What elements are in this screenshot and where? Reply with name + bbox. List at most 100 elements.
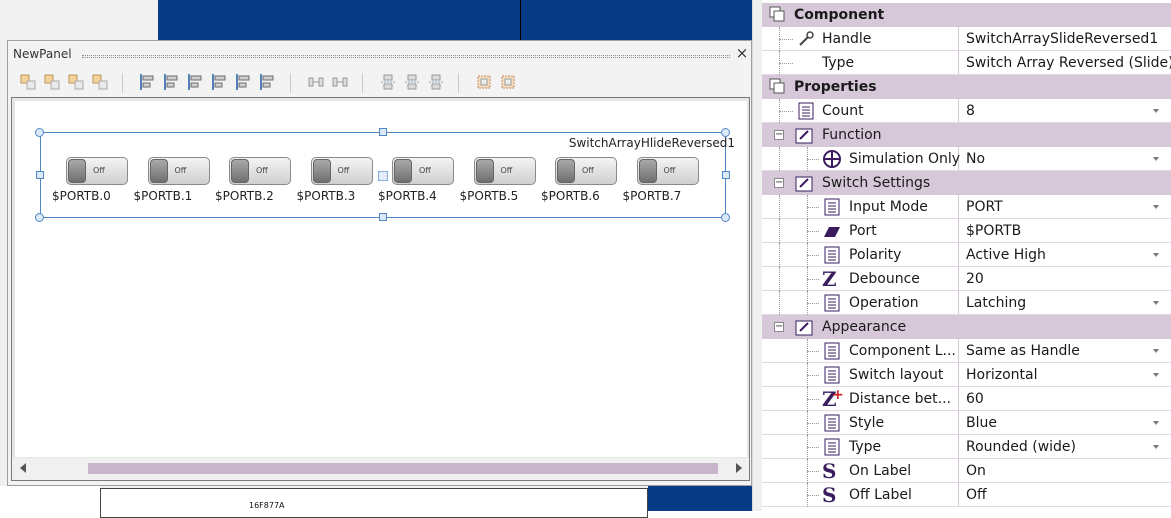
- prop-debounce[interactable]: Z Debounce 20: [762, 267, 1171, 291]
- scroll-left-icon[interactable]: [20, 463, 26, 473]
- align-group2-button[interactable]: [42, 71, 62, 93]
- resize-handle-l[interactable]: [36, 171, 44, 179]
- collapse-icon[interactable]: −: [774, 130, 784, 140]
- chevron-down-icon: [1153, 421, 1159, 425]
- align-right-button[interactable]: [186, 71, 206, 93]
- splitter[interactable]: [752, 0, 762, 511]
- space-v-button[interactable]: [402, 71, 422, 93]
- slide-switch[interactable]: Off: [147, 157, 210, 185]
- switch-type-value[interactable]: Rounded (wide): [966, 439, 1076, 455]
- operation-value[interactable]: Latching: [966, 295, 1026, 311]
- slide-switch[interactable]: Off: [66, 157, 128, 185]
- slide-switch[interactable]: Off: [636, 157, 699, 185]
- style-dropdown[interactable]: [1148, 414, 1164, 432]
- slide-switch[interactable]: Off: [473, 157, 536, 185]
- distance-value[interactable]: 60: [966, 391, 984, 407]
- switch-layout-dropdown[interactable]: [1148, 366, 1164, 384]
- scroll-right-icon[interactable]: [736, 463, 742, 473]
- prop-simulation-only[interactable]: Simulation Only No: [762, 147, 1171, 171]
- align-top-button[interactable]: [210, 71, 230, 93]
- prop-distance-between[interactable]: Z + Distance bet... 60: [762, 387, 1171, 411]
- prop-name: Debounce: [849, 271, 920, 287]
- distribute-v-button[interactable]: [330, 71, 350, 93]
- chevron-down-icon: [1153, 373, 1159, 377]
- align-left-button[interactable]: [138, 71, 158, 93]
- align-middle-button[interactable]: [234, 71, 254, 93]
- space-h-button[interactable]: [378, 71, 398, 93]
- distribute-h-button[interactable]: [306, 71, 326, 93]
- slide-switch[interactable]: Off: [555, 157, 617, 185]
- scroll-thumb[interactable]: [88, 463, 718, 474]
- group-label: Function: [822, 127, 882, 143]
- horizontal-scrollbar[interactable]: [12, 458, 749, 480]
- switch-layout-value[interactable]: Horizontal: [966, 367, 1037, 383]
- resize-handle-br[interactable]: [721, 213, 730, 222]
- input-mode-dropdown[interactable]: [1148, 198, 1164, 216]
- slide-switch[interactable]: Off: [310, 157, 373, 185]
- close-button[interactable]: ×: [734, 43, 750, 63]
- align-bottom-button[interactable]: [258, 71, 278, 93]
- chevron-down-icon: [1153, 445, 1159, 449]
- prop-input-mode[interactable]: Input Mode PORT: [762, 195, 1171, 219]
- polarity-value[interactable]: Active High: [966, 247, 1046, 263]
- prop-polarity[interactable]: Polarity Active High: [762, 243, 1171, 267]
- prop-name: Count: [822, 103, 864, 119]
- simulation-dropdown[interactable]: [1148, 150, 1164, 168]
- space-center-button[interactable]: [426, 71, 446, 93]
- prop-switch-type[interactable]: Type Rounded (wide): [762, 435, 1171, 459]
- polarity-dropdown[interactable]: [1148, 246, 1164, 264]
- prop-off-label[interactable]: S Off Label Off: [762, 483, 1171, 507]
- switch-item: Off $PORTB.1: [130, 157, 210, 207]
- count-dropdown[interactable]: [1148, 102, 1164, 120]
- prop-style[interactable]: Style Blue: [762, 411, 1171, 435]
- align-group3-button[interactable]: [66, 71, 86, 93]
- collapse-icon[interactable]: −: [774, 178, 784, 188]
- design-area[interactable]: SwitchArrayHlideReversed1 Off $PORTB.0 Off…: [15, 101, 747, 457]
- group-label: Appearance: [822, 319, 907, 335]
- count-value[interactable]: 8: [966, 103, 975, 119]
- align-group4-button[interactable]: [90, 71, 110, 93]
- component-label-value[interactable]: Same as Handle: [966, 343, 1080, 359]
- category-label: Component: [794, 7, 885, 23]
- collapse-icon[interactable]: −: [774, 322, 784, 332]
- input-mode-value[interactable]: PORT: [966, 199, 1003, 215]
- simulation-only-value[interactable]: No: [966, 151, 985, 167]
- title-grip[interactable]: [82, 55, 730, 58]
- group-button[interactable]: [474, 71, 494, 93]
- prop-type[interactable]: Type Switch Array Reversed (Slide): [762, 51, 1171, 75]
- resize-handle-r[interactable]: [722, 171, 730, 179]
- resize-handle-bl[interactable]: [35, 213, 44, 222]
- prop-on-label[interactable]: S On Label On: [762, 459, 1171, 483]
- on-label-value[interactable]: On: [966, 463, 986, 479]
- slide-switch[interactable]: Off: [392, 157, 454, 185]
- category-properties[interactable]: Properties: [762, 75, 1171, 99]
- handle-value[interactable]: SwitchArraySlideReversed1: [966, 31, 1158, 47]
- prop-component-label[interactable]: Component L... Same as Handle: [762, 339, 1171, 363]
- list-property-icon: [824, 414, 840, 432]
- prop-switch-layout[interactable]: Switch layout Horizontal: [762, 363, 1171, 387]
- group-function[interactable]: − Function: [762, 123, 1171, 147]
- prop-operation[interactable]: Operation Latching: [762, 291, 1171, 315]
- resize-handle-t[interactable]: [379, 128, 387, 136]
- resize-handle-tl[interactable]: [35, 128, 44, 137]
- category-component[interactable]: Component: [762, 3, 1171, 27]
- off-label-value[interactable]: Off: [966, 487, 987, 503]
- style-value[interactable]: Blue: [966, 415, 997, 431]
- chevron-down-icon: [1153, 253, 1159, 257]
- prop-count[interactable]: Count 8: [762, 99, 1171, 123]
- group-switch-settings[interactable]: − Switch Settings: [762, 171, 1171, 195]
- component-label-dropdown[interactable]: [1148, 342, 1164, 360]
- ungroup-button[interactable]: [498, 71, 518, 93]
- debounce-value[interactable]: 20: [966, 271, 984, 287]
- group-appearance[interactable]: − Appearance: [762, 315, 1171, 339]
- prop-port[interactable]: Port $PORTB: [762, 219, 1171, 243]
- slide-switch[interactable]: Off: [229, 157, 291, 185]
- switch-type-dropdown[interactable]: [1148, 438, 1164, 456]
- align-center-button[interactable]: [162, 71, 182, 93]
- operation-dropdown[interactable]: [1148, 294, 1164, 312]
- port-value[interactable]: $PORTB: [966, 223, 1021, 239]
- prop-handle[interactable]: Handle SwitchArraySlideReversed1: [762, 27, 1171, 51]
- align-group-button[interactable]: [18, 71, 38, 93]
- resize-handle-b[interactable]: [379, 213, 387, 221]
- list-property-icon: [798, 102, 814, 120]
